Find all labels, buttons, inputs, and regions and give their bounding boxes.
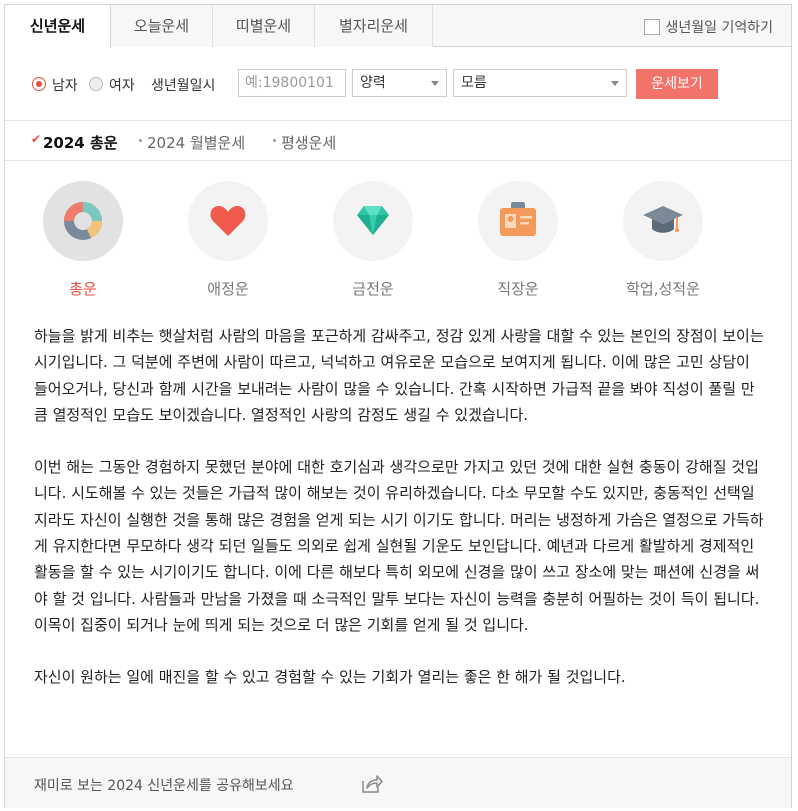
birthdate-input[interactable]: 예:19800101 — [238, 69, 346, 97]
female-label: 여자 — [109, 78, 135, 94]
id-badge-icon — [500, 202, 536, 236]
fortune-paragraph: 이번 해는 그동안 경험하지 못했던 분야에 대한 호기심과 생각으로만 가지고… — [34, 458, 764, 634]
remember-label: 생년월일 기억하기 — [665, 20, 774, 36]
category-study-circle — [623, 181, 703, 261]
category-overall-label: 총운 — [69, 280, 97, 298]
category-money[interactable]: 금전운 — [333, 181, 413, 298]
tab-zodiac-animal-fortune[interactable]: 띠별운세 — [213, 5, 315, 47]
male-label: 남자 — [52, 78, 78, 94]
share-footer: 재미로 보는 2024 신년운세를 공유해보세요 — [5, 757, 791, 808]
calendar-select[interactable]: 양력 — [352, 69, 447, 97]
remember-birthdate[interactable]: 생년월일 기억하기 — [643, 17, 774, 37]
birth-label: 생년월일시 — [151, 78, 216, 94]
female-radio[interactable] — [89, 77, 103, 91]
category-love-circle — [188, 181, 268, 261]
category-money-circle — [333, 181, 413, 261]
chevron-down-icon — [431, 81, 439, 86]
share-icon[interactable] — [361, 774, 383, 798]
tab-today-fortune[interactable]: 오늘운세 — [111, 5, 213, 47]
view-fortune-button[interactable]: 운세보기 — [636, 69, 718, 99]
subtab-lifetime[interactable]: 평생운세 — [281, 132, 336, 153]
category-career-circle — [478, 181, 558, 261]
category-study[interactable]: 학업,성적운 — [623, 181, 703, 298]
fortune-panel: 신년운세 오늘운세 띠별운세 별자리운세 생년월일 기억하기 남자 여자 생년월… — [4, 4, 792, 808]
category-career-label: 직장운 — [497, 280, 539, 298]
birth-form: 남자 여자 생년월일시 예:19800101 양력 모름 운세보기 — [5, 47, 791, 121]
bullet-icon — [273, 139, 276, 142]
category-overall-circle — [43, 181, 123, 261]
category-study-label: 학업,성적운 — [626, 280, 700, 298]
category-overall[interactable]: 총운 — [43, 181, 123, 298]
heart-icon — [210, 206, 246, 236]
share-text: 재미로 보는 2024 신년운세를 공유해보세요 — [34, 778, 294, 794]
category-love[interactable]: 애정운 — [188, 181, 268, 298]
bullet-icon — [139, 139, 142, 142]
birth-time-select[interactable]: 모름 — [453, 69, 627, 97]
subtab-2024-overall[interactable]: 2024 총운 — [43, 132, 118, 153]
category-money-label: 금전운 — [352, 280, 394, 298]
main-tabs: 신년운세 오늘운세 띠별운세 별자리운세 생년월일 기억하기 — [5, 5, 791, 48]
gem-icon — [357, 206, 389, 235]
chevron-down-icon — [611, 81, 619, 86]
male-radio[interactable] — [32, 77, 46, 91]
category-career[interactable]: 직장운 — [478, 181, 558, 298]
sub-tabs: ✔ 2024 총운 2024 월별운세 평생운세 — [5, 121, 791, 161]
donut-chart-icon — [64, 202, 103, 240]
graduation-cap-icon — [643, 206, 683, 233]
birth-time-value: 모름 — [461, 75, 487, 91]
fortune-text: 하늘을 밝게 비추는 햇살처럼 사람의 마음을 포근하게 감싸주고, 정감 있게… — [34, 323, 767, 717]
subtab-2024-monthly[interactable]: 2024 월별운세 — [147, 132, 245, 153]
tab-new-year-fortune[interactable]: 신년운세 — [5, 5, 111, 48]
fortune-paragraph: 하늘을 밝게 비추는 햇살처럼 사람의 마음을 포근하게 감싸주고, 정감 있게… — [34, 327, 764, 424]
tab-constellation-fortune[interactable]: 별자리운세 — [315, 5, 433, 47]
fortune-paragraph: 자신이 원하는 일에 매진을 할 수 있고 경험할 수 있는 기회가 열리는 좋… — [34, 668, 626, 687]
check-icon: ✔ — [31, 132, 42, 146]
category-love-label: 애정운 — [207, 280, 249, 298]
calendar-value: 양력 — [360, 75, 386, 91]
remember-checkbox[interactable] — [643, 19, 660, 35]
